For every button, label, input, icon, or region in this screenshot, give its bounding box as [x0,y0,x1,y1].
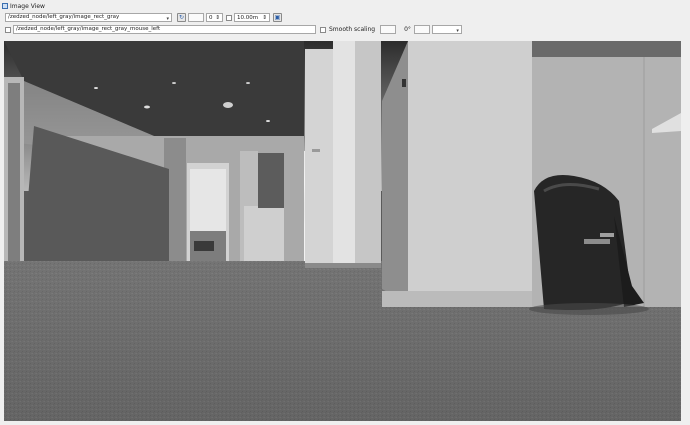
save-icon: ▣ [274,14,281,21]
refresh-icon: ↻ [178,14,185,21]
spin-arrows-icon: ⇕ [262,14,267,21]
spin-arrows-icon: ⇕ [215,14,220,21]
flip-select[interactable]: ▾ [431,25,462,34]
publish-mouse-checkbox[interactable] [5,26,11,33]
mouse-topic-input[interactable]: /zedzed_node/left_gray/image_rect_gray_m… [13,25,316,34]
min-value: 0 [209,14,213,21]
refresh-topics-button[interactable]: ↻ [177,13,186,22]
save-image-button[interactable]: ▣ [273,13,282,22]
camera-image [4,41,681,421]
rotate-left-button[interactable] [380,25,397,34]
max-value: 10.00m [237,14,259,21]
smooth-scaling-label: Smooth scaling [329,26,376,33]
max-value-spinbox[interactable]: 10.00m ⇕ [234,13,270,22]
rotation-label: 0° [404,26,411,33]
topic-select[interactable]: /zedzed_node/left_gray/image_rect_gray ▾ [5,13,172,22]
chevron-down-icon: ▾ [166,16,169,22]
smooth-scaling-checkbox[interactable] [320,26,326,33]
window-title: Image View [10,2,45,10]
mouse-topic-value: /zedzed_node/left_gray/image_rect_gray_m… [16,26,161,32]
mouse-toolbar: /zedzed_node/left_gray/image_rect_gray_m… [5,25,462,34]
chevron-down-icon: ▾ [456,28,459,34]
max-range-checkbox[interactable] [226,14,232,21]
toolbar: /zedzed_node/left_gray/image_rect_gray ▾… [5,13,282,22]
window-title-bar: Image View [2,2,45,10]
topic-select-value: /zedzed_node/left_gray/image_rect_gray [8,14,120,20]
app-icon [2,3,8,9]
color-scheme-box[interactable] [188,13,204,22]
image-display[interactable] [4,41,681,421]
rotate-right-button[interactable] [413,25,430,34]
min-value-spinbox[interactable]: 0 ⇕ [206,13,223,22]
